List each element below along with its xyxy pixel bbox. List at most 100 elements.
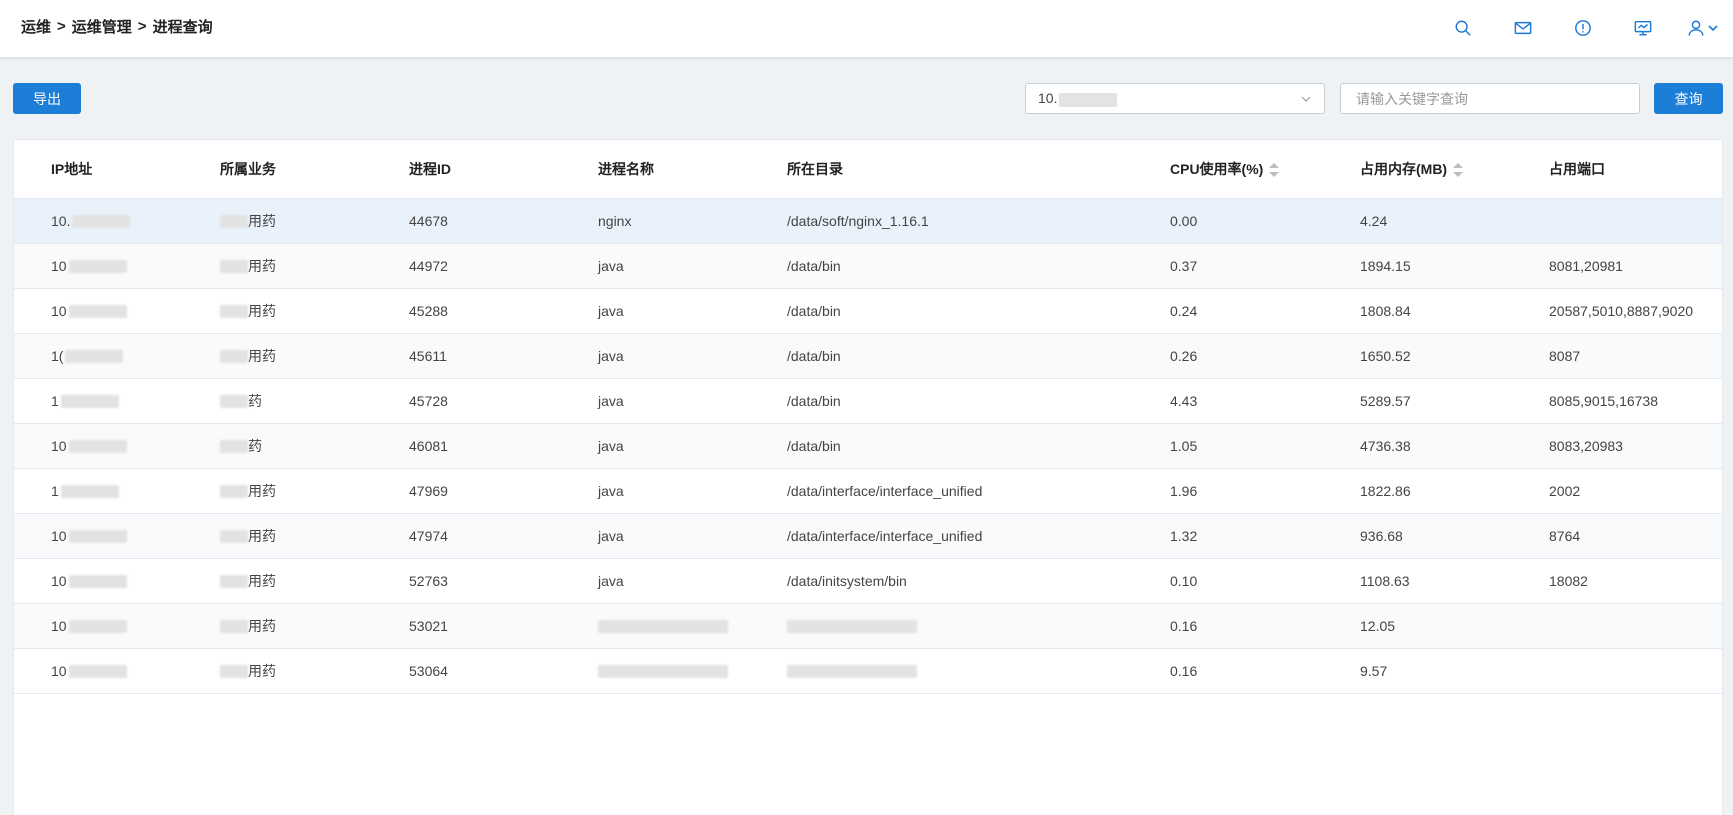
breadcrumb-item-ops-management[interactable]: 运维管理 — [72, 16, 132, 37]
cell-pid-text: 45611 — [409, 347, 447, 364]
user-menu[interactable] — [1687, 19, 1719, 37]
table-row[interactable]: 1 用药 47969 java/data/interface/interface_un… — [14, 468, 1722, 514]
process-table: IP地址 所属业务 进程ID 进程名称 所在目录 CPU使用率(%) 占用内存(… — [14, 140, 1722, 694]
cell-directory: /data/bin — [787, 243, 1170, 289]
chevron-down-icon — [1301, 96, 1311, 102]
cell-pid-text: 53021 — [409, 617, 448, 634]
cell-ip: 10. — [14, 198, 220, 244]
redacted-mask — [1059, 92, 1118, 107]
breadcrumb: 运维 > 运维管理 > 进程查询 — [21, 16, 213, 37]
cell-cpu: 1.32 — [1170, 513, 1360, 559]
redacted-mask — [220, 575, 248, 589]
cell-ports-text: 20587,5010,8887,9020 — [1549, 302, 1694, 319]
cell-directory-text: /data/interface/interface_unified — [787, 482, 983, 499]
sort-icon[interactable] — [1269, 163, 1280, 178]
cell-process-name-text: java — [598, 302, 624, 319]
redacted-mask — [220, 665, 248, 679]
cell-directory: /data/bin — [787, 288, 1170, 334]
redacted-mask — [220, 215, 248, 229]
cell-process-name: java — [598, 558, 787, 604]
cell-memory: 1822.86 — [1360, 468, 1549, 514]
table-row[interactable]: 1 药 45728 java/data/bin 4.43 5289.57 8085,9015… — [14, 378, 1722, 424]
breadcrumb-item-ops[interactable]: 运维 — [21, 16, 51, 37]
cell-pid: 47969 — [409, 468, 598, 514]
cell-cpu-text: 0.24 — [1170, 302, 1198, 319]
table-row[interactable]: 10 用药 52763 java/data/initsystem/bin 0.10 110… — [14, 558, 1722, 604]
cell-cpu-text: 0.37 — [1170, 257, 1198, 274]
cell-ip: 1( — [14, 333, 220, 379]
cell-process-name: java — [598, 333, 787, 379]
cell-business: 用药 — [220, 468, 409, 514]
cell-ip: 1 — [14, 378, 220, 424]
cell-memory: 12.05 — [1360, 603, 1549, 649]
cell-ip-text: 1 — [51, 392, 59, 409]
table-row[interactable]: 10 用药 53021 0.16 12.05 — [14, 603, 1722, 649]
chevron-down-icon — [1708, 25, 1718, 32]
cell-business: 用药 — [220, 648, 409, 694]
cell-ports-text: 8085,9015,16738 — [1549, 392, 1658, 409]
ip-select[interactable]: 10. — [1025, 83, 1325, 114]
cell-memory: 1894.15 — [1360, 243, 1549, 289]
table-row[interactable]: 10 用药 44972 java/data/bin 0.37 1894.15 8081,20… — [14, 243, 1722, 289]
table-row[interactable]: 10 用药 47974 java/data/interface/interface_u… — [14, 513, 1722, 559]
keyword-search-input[interactable] — [1340, 83, 1640, 114]
table-row[interactable]: 10. 用药 44678 nginx/data/soft/nginx_1.16.1 0.… — [14, 198, 1722, 244]
col-header-pid: 进程ID — [409, 140, 598, 199]
cell-ip-text: 10. — [51, 212, 71, 229]
cell-business: 用药 — [220, 243, 409, 289]
col-header-cpu[interactable]: CPU使用率(%) — [1170, 140, 1360, 199]
cell-business-text: 用药 — [248, 257, 276, 274]
table-row[interactable]: 10 用药 45288 java/data/bin 0.24 1808.84 20587,5… — [14, 288, 1722, 334]
cell-process-name-text: java — [598, 347, 624, 364]
table-row[interactable]: 10 药 46081 java/data/bin 1.05 4736.38 8083,209… — [14, 423, 1722, 469]
redacted-mask — [598, 665, 728, 679]
cell-directory-text: /data/bin — [787, 347, 841, 364]
cell-directory-text: /data/soft/nginx_1.16.1 — [787, 212, 929, 229]
export-button[interactable]: 导出 — [13, 83, 81, 114]
cell-directory: /data/bin — [787, 333, 1170, 379]
cell-memory-text: 1108.63 — [1360, 572, 1410, 589]
cell-business-text: 用药 — [248, 482, 276, 499]
col-header-ip: IP地址 — [14, 140, 220, 199]
cell-pid: 45728 — [409, 378, 598, 424]
mail-icon[interactable] — [1509, 14, 1537, 42]
cell-cpu-text: 1.96 — [1170, 482, 1198, 499]
redacted-mask — [787, 665, 917, 679]
cell-memory: 9.57 — [1360, 648, 1549, 694]
cell-cpu-text: 1.05 — [1170, 437, 1198, 454]
redacted-mask — [220, 485, 248, 499]
col-header-memory[interactable]: 占用内存(MB) — [1360, 140, 1549, 199]
cell-pid-text: 45288 — [409, 302, 448, 319]
cell-directory — [787, 603, 1170, 649]
cell-ip-text: 10 — [51, 662, 67, 679]
cell-ports-text: 8083,20983 — [1549, 437, 1623, 454]
sort-icon[interactable] — [1453, 163, 1464, 178]
cell-memory-text: 4.24 — [1360, 212, 1388, 229]
cell-process-name: java — [598, 378, 787, 424]
cell-ip-text: 1( — [51, 347, 64, 364]
cell-ip-text: 10 — [51, 257, 67, 274]
cell-memory-text: 5289.57 — [1360, 392, 1411, 409]
cell-ports — [1549, 603, 1722, 649]
monitor-icon[interactable] — [1629, 14, 1657, 42]
cell-cpu: 0.37 — [1170, 243, 1360, 289]
col-header-directory: 所在目录 — [787, 140, 1170, 199]
cell-cpu: 0.00 — [1170, 198, 1360, 244]
cell-memory-text: 1822.86 — [1360, 482, 1411, 499]
cell-memory: 4736.38 — [1360, 423, 1549, 469]
redacted-mask — [598, 620, 728, 634]
table-row[interactable]: 10 用药 53064 0.16 9.57 — [14, 648, 1722, 694]
cell-pid: 44972 — [409, 243, 598, 289]
cell-directory: /data/bin — [787, 378, 1170, 424]
header-toolbar — [1417, 14, 1719, 42]
search-button[interactable]: 查询 — [1654, 83, 1723, 114]
table-row[interactable]: 1(用药 45611 java/data/bin 0.26 1650.52 8087 — [14, 333, 1722, 379]
cell-ip: 10 — [14, 603, 220, 649]
search-icon[interactable] — [1449, 14, 1477, 42]
cell-cpu-text: 0.16 — [1170, 617, 1198, 634]
cell-process-name-text: java — [598, 482, 624, 499]
alert-icon[interactable] — [1569, 14, 1597, 42]
cell-business: 药 — [220, 423, 409, 469]
cell-directory-text: /data/interface/interface_unified — [787, 527, 983, 544]
cell-pid: 44678 — [409, 198, 598, 244]
